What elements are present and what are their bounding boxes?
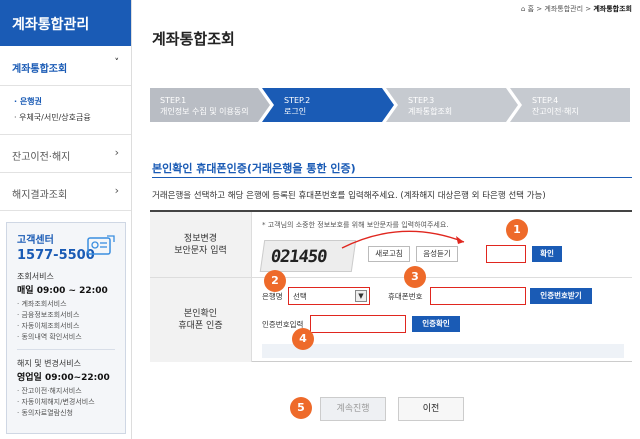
step-badge-2: 2 [264,270,286,292]
step-badge-4: 4 [292,328,314,350]
divider [17,349,115,350]
sidebar-item-label: 잔고이전·해지 [12,152,71,163]
step-label: 계좌통합조회 [408,107,453,116]
step-label: 개인정보 수집 및 이용동의 [160,107,249,116]
captcha-row-label: 정보변경 보안문자 입력 [150,212,252,277]
sidebar-item-label: 해지결과조회 [12,190,68,201]
step-label: 잔고이전·해지 [532,107,579,116]
chevron-right-icon: › [114,184,119,197]
sidebar-item-account-inquiry[interactable]: 계좌통합조회 ˅ [0,46,131,86]
service-hours: 영업일 09:00~22:00 [17,373,110,383]
info-bar [262,344,624,358]
step-number: STEP.2 [284,96,311,105]
send-code-button[interactable]: 인증번호받기 [530,288,592,304]
list-item: · 자동이체조회서비스 [17,322,80,330]
phone-input[interactable] [430,287,526,305]
step-number: STEP.3 [408,96,435,105]
step-number: STEP.1 [160,96,187,105]
service-section-title: 조회서비스 [17,272,54,281]
list-item: · 동의내역 확인서비스 [17,333,82,341]
sidebar-subitem-postoffice[interactable]: · 우체국/서민/상호금융 [14,110,131,126]
step-3: STEP.3 계좌통합조회 [398,88,508,122]
section-title: 본인확인 휴대폰인증(거래은행을 통한 인증) [152,162,356,175]
label-line: 보안문자 입력 [174,245,227,256]
sidebar: 계좌통합관리 계좌통합조회 ˅ · 은행권 · 우체국/서민/상호금융 잔고이전… [0,0,132,439]
sidebar-submenu: · 은행권 · 우체국/서민/상호금융 [0,86,131,135]
step-badge-1: 1 [506,219,528,241]
customer-center-box: 고객센터 1577-5500 조회서비스 매일 09:00 ~ 22:00 · … [6,222,126,434]
service-list: · 잔고이전·해지서비스 · 자동이체해지/변경서비스 · 동의자료열람신청 [17,386,115,419]
section-underline [152,177,632,178]
step-2: STEP.2 로그인 [274,88,384,122]
sidebar-title: 계좌통합관리 [0,0,131,46]
breadcrumb-level1[interactable]: 계좌통합관리 [544,5,583,13]
list-item: · 동의자료열람신청 [17,409,73,417]
continue-button[interactable]: 계속진행 [320,397,386,421]
list-item: · 자동이체해지/변경서비스 [17,398,95,406]
list-item: · 금융정보조회서비스 [17,311,80,319]
breadcrumb-separator: > [585,5,592,13]
contact-card-icon [87,235,115,255]
step-label: 로그인 [284,107,307,116]
page-title: 계좌통합조회 [152,30,235,48]
breadcrumb-home[interactable]: ⌂ 홈 [521,5,534,13]
service-list: · 계좌조회서비스 · 금융정보조회서비스 · 자동이체조회서비스 · 동의내역… [17,299,115,343]
step-4: STEP.4 잔고이전·해지 [522,88,630,122]
back-button[interactable]: 이전 [398,397,464,421]
breadcrumb-current: 계좌통합조회 [593,5,632,13]
code-input[interactable] [310,315,406,333]
sidebar-item-transfer-close[interactable]: 잔고이전·해지 › [0,135,131,173]
chevron-right-icon: › [114,146,119,159]
phone-label: 휴대폰번호 [388,292,423,301]
service-section-title: 해지 및 변경서비스 [17,359,81,368]
bank-label: 은행명 [262,292,283,301]
label-line: 정보변경 [183,233,218,244]
step-1: STEP.1 개인정보 수집 및 이용동의 [150,88,260,122]
sidebar-subitem-bank[interactable]: · 은행권 [14,94,131,110]
main-content: ⌂ 홈 > 계좌통합관리 > 계좌통합조회 계좌통합조회 STEP.1 개인정보… [132,0,640,439]
breadcrumb: ⌂ 홈 > 계좌통합관리 > 계좌통합조회 [521,4,632,14]
service-hours: 매일 09:00 ~ 22:00 [17,286,108,296]
chevron-down-icon: ▼ [355,290,367,302]
list-item: · 잔고이전·해지서비스 [17,387,82,395]
captcha-input[interactable] [486,245,526,263]
step-badge-3: 3 [404,266,426,288]
chevron-down-icon: ˅ [114,58,120,68]
list-item: · 계좌조회서비스 [17,300,67,308]
captcha-confirm-button[interactable]: 확인 [532,246,562,262]
bank-select-value: 선택 [293,292,307,301]
annotation-arrow [341,230,465,249]
step-number: STEP.4 [532,96,559,105]
verify-button[interactable]: 인증확인 [412,316,460,332]
sidebar-item-close-result[interactable]: 해지결과조회 › [0,173,131,211]
phone-verify-row: 본인확인 휴대폰 인증 은행명 선택 ▼ 휴대폰번호 인증번호받기 인증번호입력… [150,278,632,362]
step-badge-5: 5 [290,397,312,419]
label-line: 휴대폰 인증 [178,321,223,331]
phone-row-label: 본인확인 휴대폰 인증 [150,278,252,362]
bank-select[interactable]: 선택 ▼ [288,287,370,305]
label-line: 본인확인 [183,309,218,319]
sidebar-item-label: 계좌통합조회 [12,64,68,75]
step-indicator: STEP.1 개인정보 수집 및 이용동의 STEP.2 로그인 STEP.3 … [150,88,630,122]
breadcrumb-separator: > [536,5,543,13]
section-description: 거래은행을 선택하고 해당 은행에 등록된 휴대폰번호를 입력해주세요. (계좌… [152,191,546,201]
